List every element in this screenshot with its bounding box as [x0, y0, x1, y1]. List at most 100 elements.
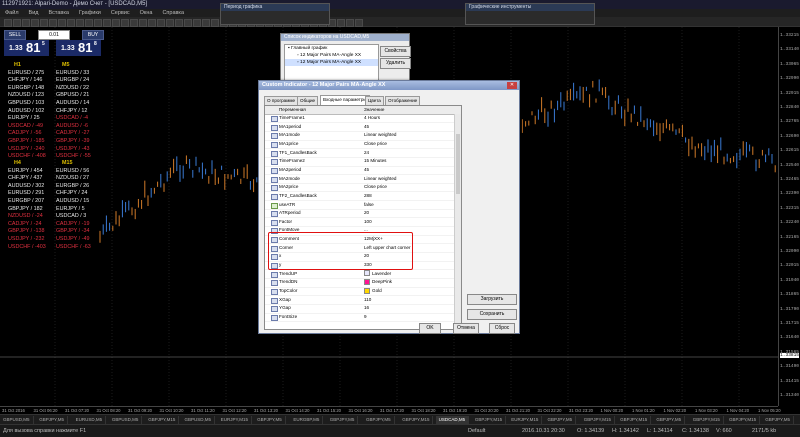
parameter-value[interactable]: Linear weighted — [364, 131, 396, 139]
toolbar-button[interactable] — [94, 19, 102, 27]
dialog-tab[interactable]: Цвета — [365, 96, 384, 105]
parameter-value[interactable]: 9 — [364, 313, 367, 321]
menu-item[interactable]: Справка — [162, 10, 184, 16]
parameter-value[interactable]: 15 Minutes — [364, 157, 386, 165]
sell-button[interactable]: SELL — [4, 30, 26, 40]
load-button[interactable]: Загрузить — [467, 294, 517, 305]
ask-price[interactable]: 1.33 81 8 — [56, 40, 101, 56]
close-icon[interactable]: ✕ — [507, 82, 517, 89]
parameter-value[interactable]: Lavender — [364, 270, 391, 278]
chart-tab[interactable]: GBPJPY,M5 — [653, 416, 686, 424]
parameters-grid[interactable]: Переменная Значение TimeFrame1 4 Hours MA1… — [264, 105, 462, 330]
parameter-value[interactable]: 110 — [364, 296, 371, 304]
dialog-tab[interactable]: О программе — [264, 96, 299, 105]
toolbar-button[interactable] — [112, 19, 120, 27]
period-toolbar-window[interactable]: Период графика — [220, 3, 330, 25]
menu-item[interactable]: Вид — [29, 10, 39, 16]
parameter-value[interactable]: 16 — [364, 304, 369, 312]
chart-tab[interactable]: EURJPY,M15 — [218, 416, 252, 424]
parameter-value[interactable]: 45 — [364, 123, 369, 131]
toolbar-button[interactable] — [103, 19, 111, 27]
parameter-value[interactable]: 100 — [364, 218, 372, 226]
chart-tab[interactable]: GBPJPY,M5 — [545, 416, 577, 424]
graph-tools-window[interactable]: Графические инструменты — [465, 3, 595, 25]
toolbar-button[interactable] — [76, 19, 84, 27]
chart-tab[interactable]: GBPJPY,M15 — [617, 416, 652, 424]
toolbar-button[interactable] — [184, 19, 192, 27]
chart-tab[interactable]: GBPJPY,M5 — [36, 416, 68, 424]
toolbar-button[interactable] — [22, 19, 30, 27]
bid-price[interactable]: 1.33 81 5 — [4, 40, 49, 56]
toolbar-button[interactable] — [157, 19, 165, 27]
toolbar-button[interactable] — [355, 19, 363, 27]
parameter-value[interactable]: Close price — [364, 183, 387, 191]
toolbar-button[interactable] — [139, 19, 147, 27]
cancel-button[interactable]: Отмена — [453, 323, 479, 334]
toolbar-button[interactable] — [211, 19, 219, 27]
toolbar-button[interactable] — [40, 19, 48, 27]
parameter-value[interactable]: DeepPink — [364, 278, 392, 286]
menu-item[interactable]: Сервис — [111, 10, 130, 16]
toolbar-button[interactable] — [337, 19, 345, 27]
parameter-value[interactable]: 24 — [364, 149, 369, 157]
toolbar-button[interactable] — [121, 19, 129, 27]
toolbar-button[interactable] — [13, 19, 21, 27]
toolbar-button[interactable] — [49, 19, 57, 27]
toolbar-button[interactable] — [193, 19, 201, 27]
scroll-thumb[interactable] — [456, 134, 460, 194]
chart-tab[interactable]: GBPJPY,M5 — [254, 416, 286, 424]
chart-tab[interactable]: USDCAD,M5 — [435, 416, 470, 424]
chart-tab[interactable]: GBPUSD,M5 — [109, 416, 143, 424]
grid-scrollbar[interactable] — [454, 114, 461, 329]
menu-item[interactable]: Графики — [79, 10, 101, 16]
dialog-tab[interactable]: Общие — [297, 96, 319, 105]
chart-tab[interactable]: GBPUSD,M5 — [0, 416, 34, 424]
reset-button[interactable]: Сброс — [489, 323, 515, 334]
parameter-value[interactable]: 4 Hours — [364, 114, 380, 122]
indicator-list-window[interactable]: Список индикаторов на USDCAD,M5 ▪ Главны… — [280, 33, 411, 83]
chart-tab[interactable]: GBPJPY,M15 — [690, 416, 724, 424]
parameter-value[interactable]: 45 — [364, 166, 369, 174]
chart-tab[interactable]: GBPJPY,M15 — [399, 416, 434, 424]
dialog-tab[interactable]: Входные параметры — [320, 95, 370, 105]
tree-root-main-chart[interactable]: ▪ Главный график — [285, 45, 378, 52]
tree-item-indicator-2[interactable]: ▫ 12 Major Pairs MA-Angle XX — [285, 59, 378, 66]
chart-tab[interactable]: GBPJPY,M5 — [363, 416, 395, 424]
chart-tab[interactable]: GBPJPY,M5 — [327, 416, 359, 424]
delete-button[interactable]: Удалить — [380, 58, 411, 69]
chart-tab[interactable]: GBPJPY,M5 — [762, 416, 794, 424]
chart-tab[interactable]: EURGBP,M5 — [290, 416, 324, 424]
toolbar-button[interactable] — [67, 19, 75, 27]
buy-button[interactable]: BUY — [82, 30, 104, 40]
chart-tab[interactable]: GBPJPY,M15 — [726, 416, 761, 424]
custom-indicator-dialog[interactable]: Custom Indicator - 12 Major Pairs MA-Ang… — [258, 80, 520, 334]
toolbar-button[interactable] — [58, 19, 66, 27]
toolbar-button[interactable] — [31, 19, 39, 27]
parameter-value[interactable]: Linear weighted — [364, 175, 396, 183]
chart-tab[interactable]: EURUSD,M5 — [73, 416, 107, 424]
properties-button[interactable]: Свойства — [380, 46, 411, 57]
dialog-tab[interactable]: Отображение — [385, 96, 421, 105]
chart-tab[interactable]: GBPJPY,M15 — [472, 416, 507, 424]
toolbar-button[interactable] — [85, 19, 93, 27]
menu-item[interactable]: Окна — [140, 10, 153, 16]
toolbar-button[interactable] — [166, 19, 174, 27]
toolbar-button[interactable] — [346, 19, 354, 27]
toolbar-button[interactable] — [4, 19, 12, 27]
toolbar-button[interactable] — [130, 19, 138, 27]
chart-tab[interactable]: GBPUSD,M5 — [182, 416, 216, 424]
tree-item-indicator-1[interactable]: ▫ 12 Major Pairs MA-Angle XX — [285, 52, 378, 59]
parameter-value[interactable]: false — [364, 201, 374, 209]
parameter-value[interactable]: 288 — [364, 192, 372, 200]
parameter-value[interactable]: Close price — [364, 140, 387, 148]
parameter-row[interactable]: FontSize 9 — [265, 313, 461, 323]
chart-tab[interactable]: GBPJPY,M15 — [145, 416, 180, 424]
ok-button[interactable]: OK — [419, 323, 441, 334]
toolbar-button[interactable] — [175, 19, 183, 27]
parameter-value[interactable]: 20 — [364, 209, 369, 217]
toolbar-button[interactable] — [202, 19, 210, 27]
parameter-value[interactable]: Gold — [364, 287, 382, 295]
chart-tab[interactable]: EURJPY,M15 — [508, 416, 543, 424]
save-button[interactable]: Сохранить — [467, 309, 517, 320]
menu-item[interactable]: Файл — [5, 10, 19, 16]
